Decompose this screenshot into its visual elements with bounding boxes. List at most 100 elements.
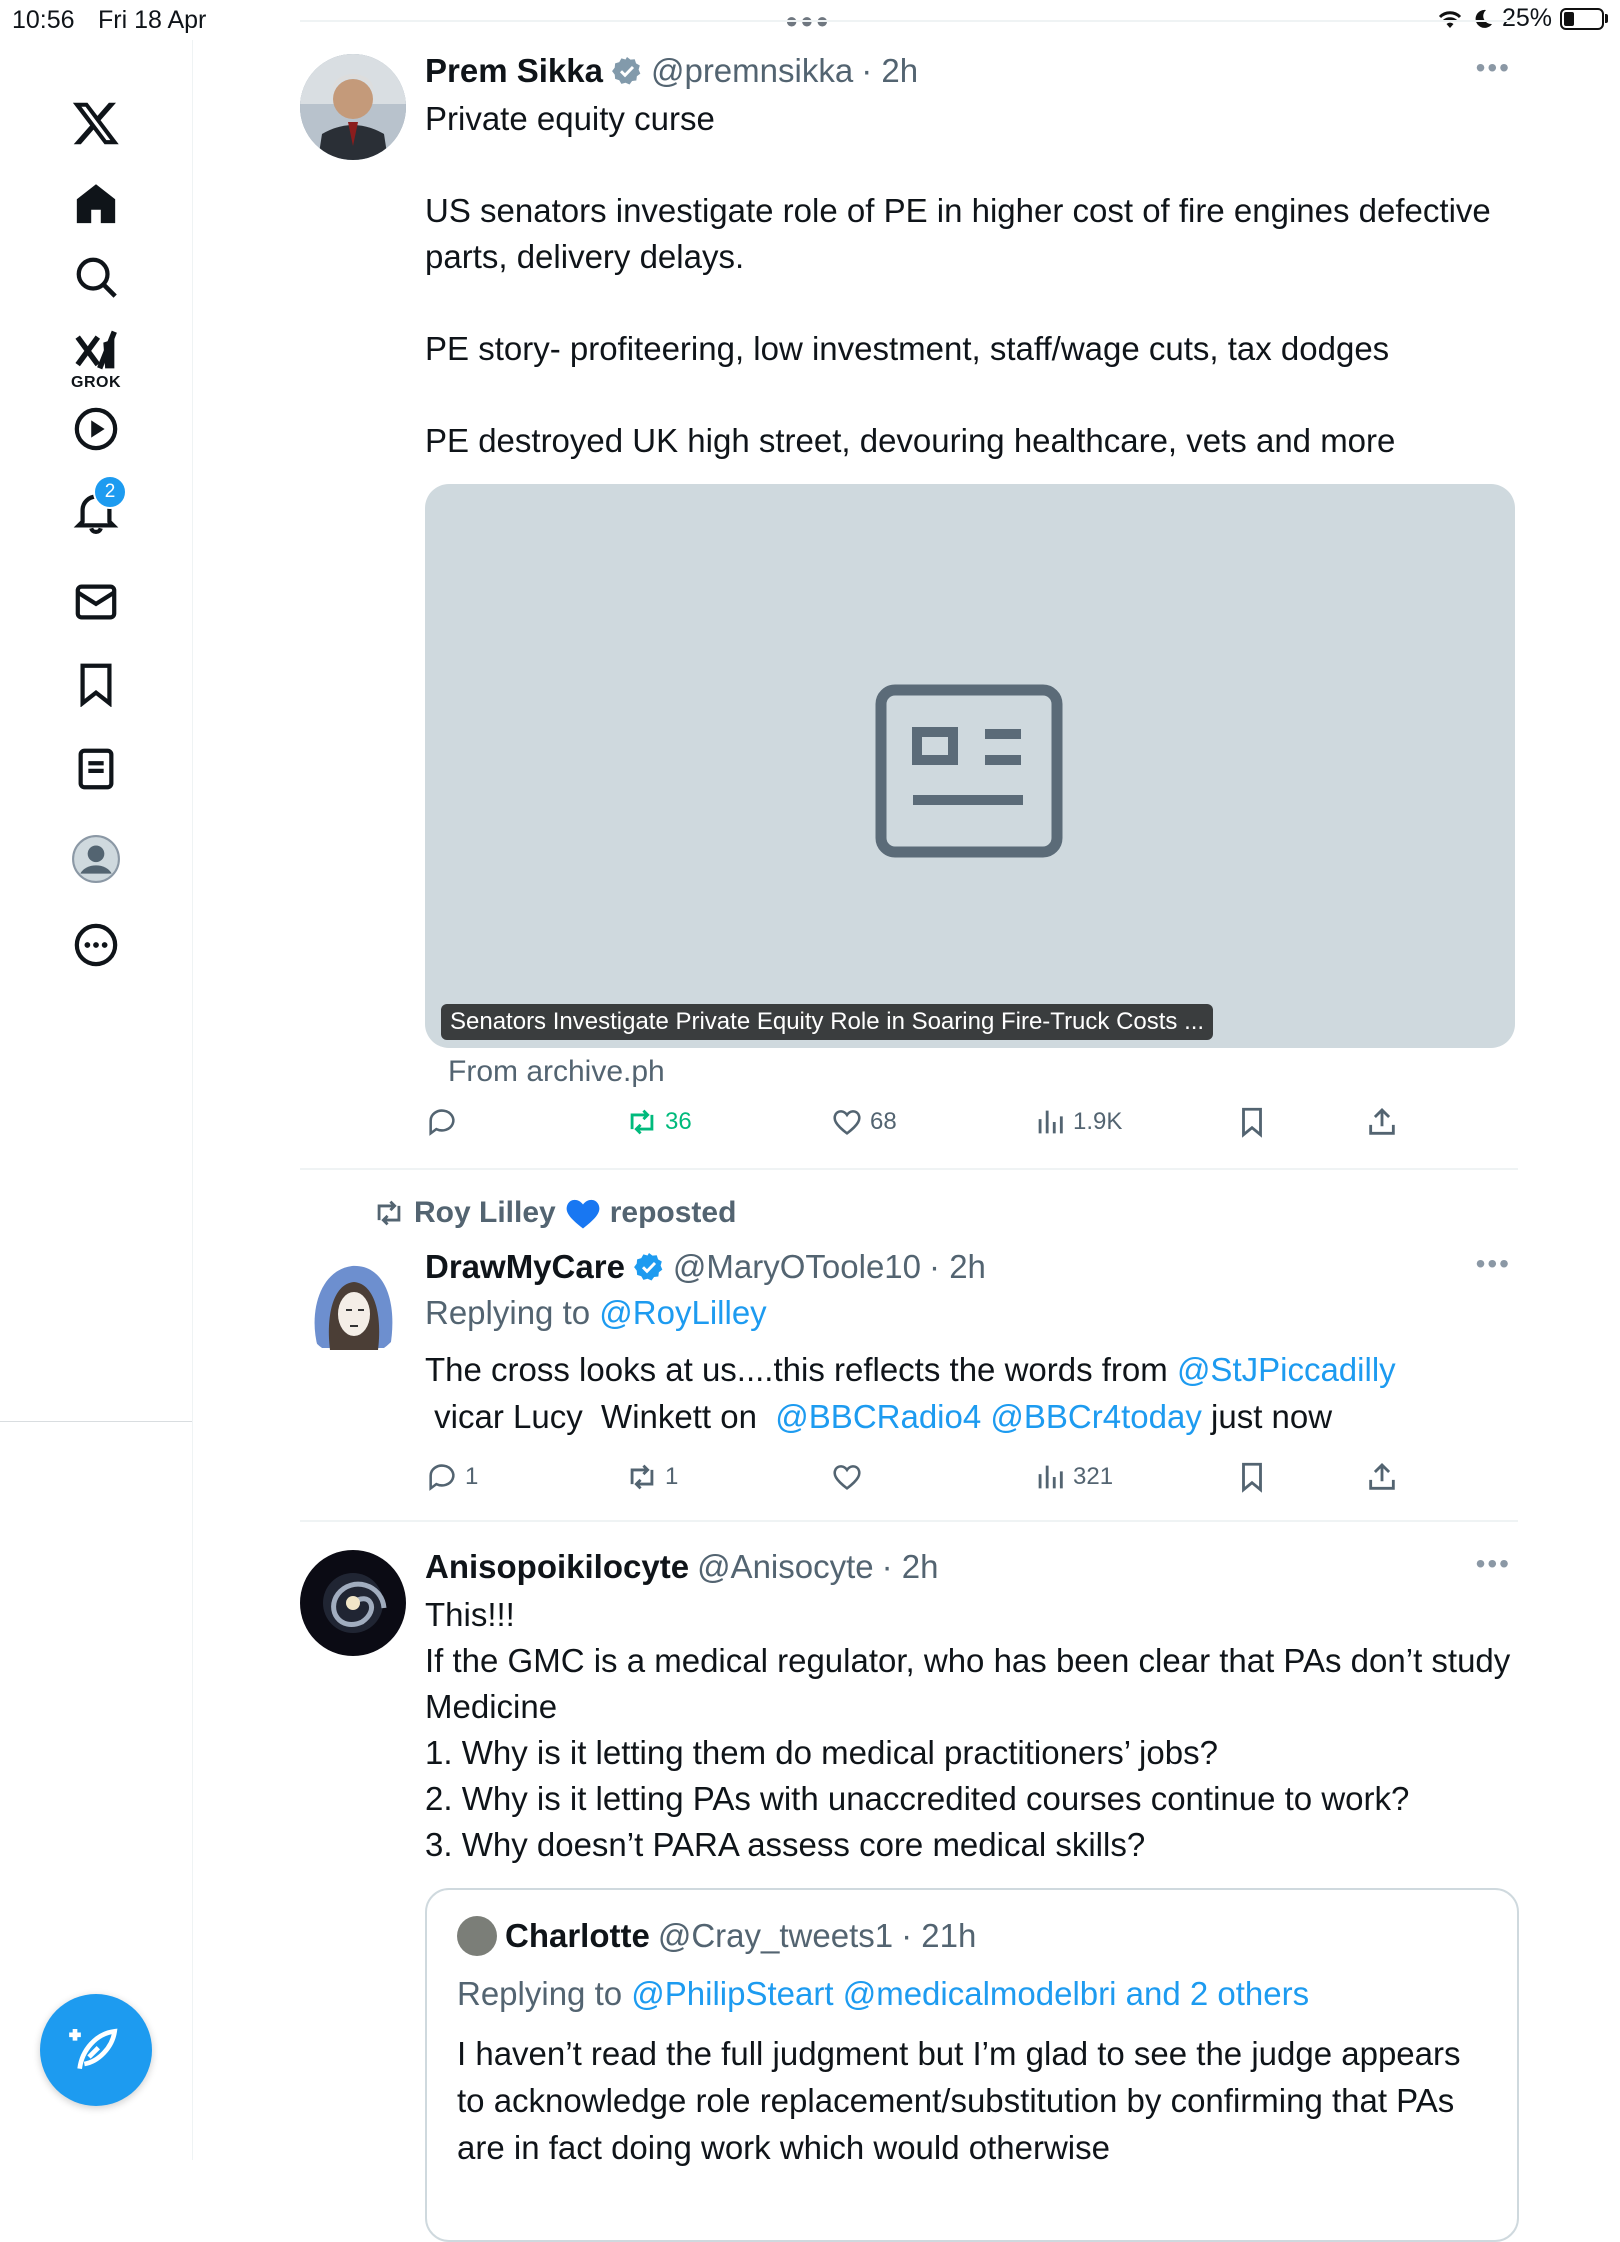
author-handle[interactable]: @MaryOToole10: [673, 1248, 921, 1286]
views-button[interactable]: 1.9K: [1033, 1105, 1122, 1139]
card-title: Senators Investigate Private Equity Role…: [441, 1004, 1214, 1040]
feed-top-rule: [300, 20, 1518, 22]
more-options-icon[interactable]: •••: [1476, 52, 1511, 84]
repost-context: Roy Lilley reposted: [372, 1196, 736, 1230]
replying-label: Replying to: [425, 1294, 591, 1331]
repost-count: 1: [665, 1463, 679, 1490]
more-circle-icon: [74, 923, 118, 967]
author-handle[interactable]: @Anisocyte: [697, 1548, 874, 1586]
reposted-by-name[interactable]: Roy Lilley: [414, 1196, 556, 1230]
reply-button[interactable]: 1: [425, 1460, 478, 1494]
replying-to: Replying to @RoyLilley: [425, 1294, 1515, 1332]
quote-author-handle: @Cray_tweets1: [657, 1917, 894, 1954]
list-icon: [78, 748, 114, 790]
quote-text: I haven’t read the full judgment but I’m…: [457, 2035, 1461, 2166]
more-options-icon[interactable]: •••: [1476, 1548, 1511, 1580]
share-icon: [1369, 1462, 1395, 1490]
mention-bbcradio4[interactable]: @BBCRadio4: [775, 1398, 981, 1435]
text-segment: The cross looks at us....this reflects t…: [425, 1351, 1177, 1388]
avatar[interactable]: [300, 54, 406, 160]
verified-badge-icon: [612, 57, 641, 85]
mention-bbcr4today[interactable]: @BBCr4today: [990, 1398, 1201, 1435]
quoted-tweet[interactable]: Charlotte @Cray_tweets1 · 21h Replying t…: [425, 1888, 1519, 2242]
wifi-icon: [1438, 10, 1462, 28]
home-icon: [76, 184, 116, 224]
bookmark-icon: [1242, 1462, 1262, 1493]
tweet-actions: 1 1 321: [425, 1460, 1425, 1504]
share-button[interactable]: [1365, 1460, 1399, 1494]
article-icon: [875, 684, 1063, 858]
tweet-prem-sikka[interactable]: Prem Sikka @premnsikka · 2h ••• Private …: [300, 52, 1518, 1172]
share-button[interactable]: [1365, 1105, 1399, 1139]
play-icon: [74, 407, 118, 451]
verified-badge-icon: [633, 1253, 663, 1281]
tweet-time[interactable]: · 2h: [861, 52, 918, 90]
like-button[interactable]: [830, 1460, 864, 1494]
more-options-icon[interactable]: •••: [1476, 1248, 1511, 1280]
repost-icon: [377, 1200, 401, 1226]
reply-button[interactable]: [425, 1105, 459, 1139]
nav-lists[interactable]: [63, 736, 129, 802]
nav-more[interactable]: [63, 912, 129, 978]
author-handle[interactable]: @premnsikka: [651, 52, 853, 90]
avatar[interactable]: [300, 1252, 406, 1358]
quote-replying-to: Replying to @PhilipSteart @medicalmodelb…: [457, 1975, 1309, 2013]
nav-home[interactable]: [63, 171, 129, 237]
battery-fill: [1564, 11, 1574, 26]
repost-icon: [630, 1464, 654, 1490]
nav-grok[interactable]: GROK: [63, 315, 129, 405]
share-icon: [1369, 1107, 1395, 1135]
tweet-anisopoikilocyte[interactable]: Anisopoikilocyte @Anisocyte · 2h ••• Thi…: [300, 1548, 1519, 2242]
compose-button[interactable]: [40, 1994, 152, 2106]
heart-icon: [833, 1465, 861, 1490]
tweet-drawmycare[interactable]: Roy Lilley reposted DrawMyCare @MaryOToo…: [300, 1196, 1518, 1516]
bookmark-button[interactable]: [1235, 1460, 1269, 1494]
mail-icon: [75, 584, 117, 620]
views-button[interactable]: 321: [1033, 1460, 1113, 1494]
nav-notifications[interactable]: 2: [63, 474, 129, 547]
tweet-time[interactable]: · 2h: [929, 1248, 986, 1286]
tweet-divider: [300, 1520, 1518, 1522]
tweet-divider: [300, 1168, 1518, 1170]
repost-count: 36: [665, 1108, 692, 1135]
replying-to-link[interactable]: @PhilipSteart @medicalmodelbri and 2 oth…: [631, 1975, 1309, 2012]
author-name[interactable]: Prem Sikka: [425, 52, 603, 90]
avatar[interactable]: [300, 1550, 406, 1656]
tweet-header: DrawMyCare @MaryOToole10 · 2h: [425, 1248, 1515, 1286]
replying-to-link[interactable]: @RoyLilley: [599, 1294, 766, 1331]
repost-button[interactable]: 36: [625, 1105, 692, 1139]
reply-icon: [429, 1109, 455, 1136]
nav-explore[interactable]: [63, 244, 129, 310]
tweet-actions: 36 68 1.9K: [425, 1105, 1425, 1149]
x-logo-icon[interactable]: [63, 90, 129, 156]
nav-messages[interactable]: [63, 569, 129, 635]
blue-heart-icon: [566, 1199, 600, 1229]
card-source[interactable]: From archive.ph: [448, 1055, 665, 1089]
repost-icon: [630, 1109, 654, 1135]
repost-button[interactable]: 1: [625, 1460, 678, 1494]
quote-avatar: [457, 1916, 497, 1956]
moon-icon: [1475, 9, 1492, 28]
quote-time: · 21h: [901, 1917, 977, 1954]
author-name[interactable]: Anisopoikilocyte: [425, 1548, 689, 1586]
heart-icon: [833, 1110, 861, 1135]
tweet-text: The cross looks at us....this reflects t…: [425, 1346, 1515, 1440]
reply-icon: [429, 1464, 455, 1491]
tweet-text: Private equity curse US senators investi…: [425, 100, 1491, 459]
tweet-time[interactable]: · 2h: [882, 1548, 939, 1586]
replying-label: Replying to: [457, 1975, 623, 2012]
status-date: Fri 18 Apr: [98, 6, 207, 34]
nav-bookmarks[interactable]: [63, 651, 129, 717]
sidebar: GROK 2: [0, 40, 193, 2160]
battery-percent: 25%: [1501, 4, 1552, 32]
status-time: 10:56: [12, 6, 75, 34]
nav-profile[interactable]: [63, 826, 129, 892]
quote-header: Charlotte @Cray_tweets1 · 21h: [457, 1916, 976, 1956]
mention-stjpiccadilly[interactable]: @StJPiccadilly: [1177, 1351, 1396, 1388]
like-button[interactable]: 68: [830, 1105, 897, 1139]
link-card[interactable]: Senators Investigate Private Equity Role…: [425, 484, 1515, 1048]
bookmark-button[interactable]: [1235, 1105, 1269, 1139]
author-name[interactable]: DrawMyCare: [425, 1248, 625, 1286]
nav-videos[interactable]: [63, 396, 129, 462]
compose-icon: [69, 2028, 118, 2070]
